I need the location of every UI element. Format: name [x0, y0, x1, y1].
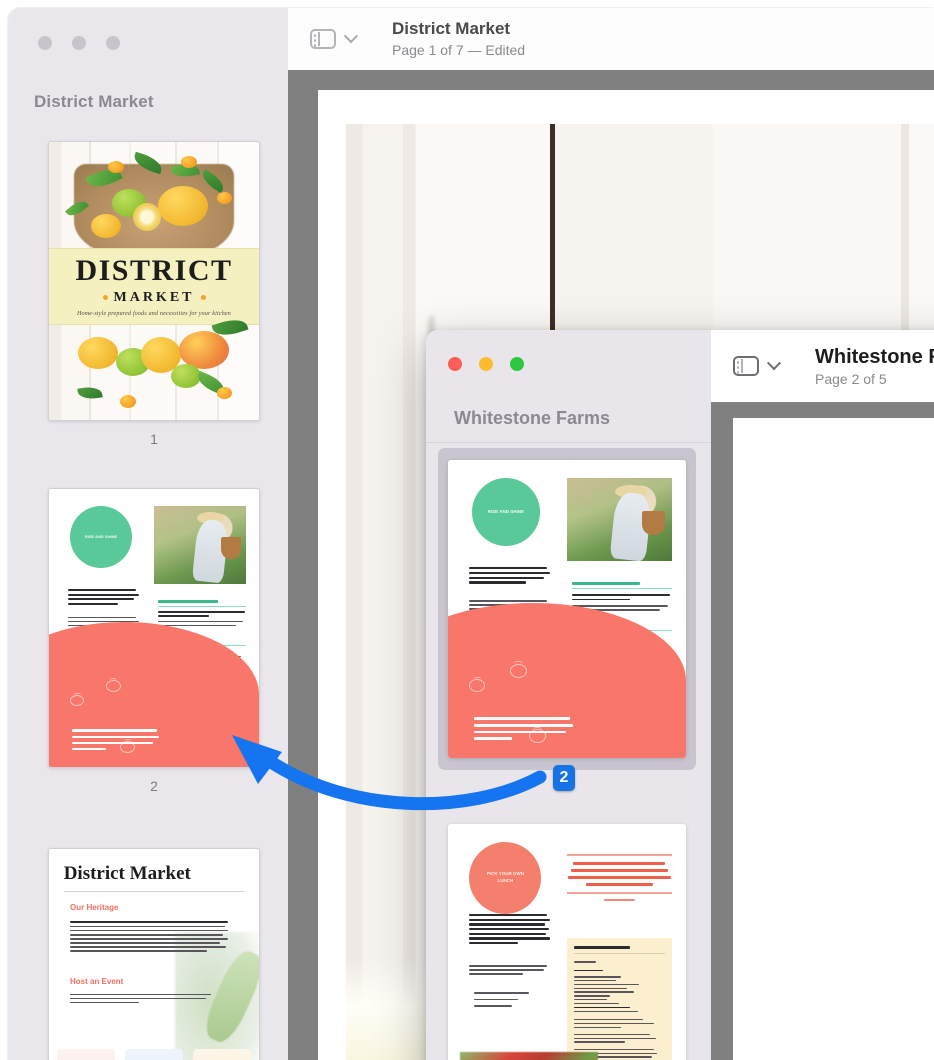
tomato-icon [509, 663, 527, 678]
tomato-icon [70, 694, 84, 706]
back-thumbnail-3-card[interactable]: District Market Our Heritage Host an Eve… [48, 848, 260, 1060]
ornament-dot [200, 295, 206, 301]
back-document-subtitle: Page 1 of 7 — Edited [392, 41, 526, 58]
back-window-sidebar: District Market DISTRICT MARKET Home-sty… [8, 8, 288, 1060]
back-document-title: District Market [392, 19, 511, 39]
lunch-quote-block [567, 854, 672, 901]
front-thumbnail-2[interactable]: RISE AND SHINE [448, 460, 686, 758]
intro-bold-text [67, 589, 139, 607]
kumquat [120, 394, 137, 408]
intro-bold-text [469, 567, 550, 586]
front-window-toolbar[interactable]: Whitestone Far Page 2 of 5 [711, 330, 934, 402]
tomato-icon [170, 734, 187, 748]
card-3 [192, 1049, 251, 1060]
sidebar-toggle-icon[interactable] [733, 356, 759, 376]
back-document-info: District Market Page 1 of 7 — Edited [392, 19, 525, 58]
minimize-button[interactable] [479, 357, 493, 371]
front-document-title: Whitestone Far [815, 345, 934, 368]
screenshot-stage: District Market DISTRICT MARKET Home-sty… [0, 0, 934, 1060]
schedule-page-art: RISE AND SHINE [448, 460, 686, 758]
heritage-cards-row [49, 1049, 259, 1060]
kumquat [217, 192, 232, 205]
sidebar-divider [426, 442, 711, 443]
front-page-sheet [733, 418, 934, 1060]
back-sidebar-title: District Market [34, 92, 154, 111]
cover-title-band: DISTRICT MARKET Home-style prepared food… [49, 247, 259, 326]
farm-photo [154, 505, 247, 584]
ornament-dot [102, 295, 108, 301]
front-window-sidebar: Whitestone Farms RISE AND SHINE PICK YOU… [426, 330, 711, 1060]
front-thumbnail-3[interactable]: PICK YOUR OWN LUNCH [448, 824, 686, 1060]
lime [170, 364, 201, 389]
close-button-inactive[interactable] [38, 36, 52, 50]
front-document-subtitle: Page 2 of 5 [815, 370, 887, 387]
rise-and-shine-badge: RISE AND SHINE [70, 505, 132, 568]
card-2 [125, 1049, 183, 1060]
cover-page-art: DISTRICT MARKET Home-style prepared food… [49, 142, 259, 420]
back-thumbnail-2-card[interactable]: RISE AND SHINE [48, 488, 260, 768]
heritage-section-heading: Our Heritage [70, 903, 119, 913]
rise-and-shine-badge: RISE AND SHINE [471, 477, 540, 546]
harvest-basket [220, 536, 241, 559]
back-window-toolbar[interactable]: District Market Page 1 of 7 — Edited [288, 8, 934, 70]
heritage-section-heading: Host an Event [70, 976, 124, 986]
card-1 [57, 1049, 116, 1060]
mango [179, 331, 230, 370]
drag-badge-count: 2 [553, 765, 575, 791]
front-sidebar-title: Whitestone Farms [454, 408, 611, 428]
harvest-basket [642, 511, 666, 535]
front-thumbnail-3-card[interactable]: PICK YOUR OWN LUNCH [448, 824, 686, 1060]
farm-photo [567, 477, 672, 562]
recipe-list [474, 992, 550, 1009]
close-button[interactable] [448, 357, 462, 371]
arc-caption [474, 716, 574, 741]
heritage-page-art: District Market Our Heritage Host an Eve… [49, 849, 259, 1060]
front-window-whitestone-farms[interactable]: Whitestone Farms RISE AND SHINE PICK YOU… [426, 330, 934, 1060]
back-thumbnail-3[interactable]: District Market Our Heritage Host an Eve… [48, 848, 260, 1060]
back-thumbnail-1-card[interactable]: DISTRICT MARKET Home-style prepared food… [48, 141, 260, 421]
vegetables-photo [459, 1052, 598, 1060]
chevron-down-icon[interactable] [766, 356, 782, 371]
heritage-body-text [70, 993, 213, 1006]
front-thumbnail-2-card[interactable]: RISE AND SHINE [448, 460, 686, 758]
sidebar-toggle-icon[interactable] [310, 29, 336, 49]
front-window-main: Whitestone Far Page 2 of 5 [711, 330, 934, 1060]
heritage-body-text [70, 921, 230, 954]
schedule-item [158, 600, 247, 628]
front-window-traffic-lights[interactable] [448, 357, 524, 371]
zoom-button-inactive[interactable] [106, 36, 120, 50]
front-document-info: Whitestone Far Page 2 of 5 [815, 345, 934, 388]
minimize-button-inactive[interactable] [72, 36, 86, 50]
lunch-page-art: PICK YOUR OWN LUNCH [448, 824, 686, 1060]
cover-tagline: Home-style prepared foods and necessitie… [77, 311, 231, 318]
back-thumbnail-1[interactable]: DISTRICT MARKET Home-style prepared food… [48, 141, 260, 447]
back-window-traffic-lights[interactable] [38, 36, 120, 50]
lemon-half [133, 203, 161, 232]
back-thumbnail-2[interactable]: RISE AND SHINE 2 [48, 488, 260, 794]
lunch-body-1 [469, 914, 550, 947]
kumquat [217, 386, 232, 399]
pick-your-own-lunch-badge: PICK YOUR OWN LUNCH [469, 842, 542, 914]
tomato-icon [105, 679, 121, 692]
lunch-body-2 [469, 965, 550, 977]
arc-caption [72, 729, 160, 751]
cover-title-line1: DISTRICT [75, 254, 233, 288]
front-document-canvas[interactable] [711, 402, 934, 1060]
heritage-title: District Market [63, 862, 191, 884]
schedule-page-art: RISE AND SHINE [49, 489, 259, 767]
recipe-card [567, 938, 672, 1060]
lemon [78, 336, 119, 369]
back-thumbnail-1-number: 1 [150, 431, 158, 447]
cover-title-line2: MARKET [97, 290, 212, 306]
zoom-button[interactable] [510, 357, 524, 371]
back-thumbnail-2-number: 2 [150, 778, 158, 794]
chevron-down-icon[interactable] [343, 29, 359, 44]
leaf-icon [77, 385, 104, 401]
